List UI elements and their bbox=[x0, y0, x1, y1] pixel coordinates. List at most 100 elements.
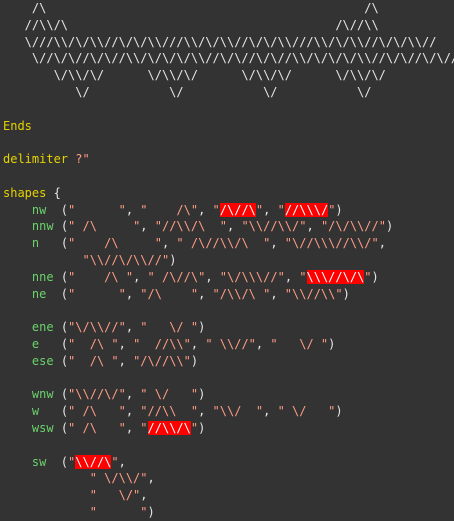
string-literal: " bbox=[277, 202, 285, 217]
punctuation: , bbox=[255, 337, 271, 351]
ascii-art-text: \/ \/ \/ \/ bbox=[3, 85, 372, 99]
shape-row: ne (" ", "/\ ", "/\\/\ ", "\\//\\") bbox=[3, 286, 350, 303]
string-literal: "//\\/\ " bbox=[154, 219, 227, 234]
shape-row: nw (" ", " /\", "/\//\", "//\\\/") bbox=[3, 202, 343, 219]
punctuation: , bbox=[378, 236, 386, 251]
string-literal: " //\\" bbox=[133, 337, 191, 351]
direction-name: ene bbox=[31, 320, 54, 335]
ascii-art-text: \//\/\//\/\//\\/\/\/\/\\//\/\//\/\//\\/\… bbox=[3, 51, 454, 66]
shape-row: wsw (" /\ ", "//\\/\") bbox=[3, 420, 205, 437]
shape-row: n (" /\ ", " /\//\\/\ ", "\//\\\//\\/", bbox=[3, 235, 386, 252]
string-literal: " bbox=[364, 269, 372, 284]
punctuation: ( bbox=[46, 202, 69, 217]
punctuation: ) bbox=[335, 404, 343, 419]
punctuation: , bbox=[306, 219, 321, 234]
shape-row: nnw (" /\ ", "//\\/\ ", "\\//\\/", "/\/\… bbox=[3, 218, 393, 235]
punctuation: , bbox=[125, 387, 141, 402]
punctuation: ) bbox=[198, 387, 206, 402]
punctuation: ( bbox=[53, 269, 69, 284]
string-literal: "\\//\\" bbox=[284, 286, 343, 301]
string-literal: " /\ " bbox=[68, 236, 162, 251]
punctuation: , bbox=[270, 286, 285, 301]
string-literal: "\\/ " bbox=[212, 404, 264, 419]
punctuation: ( bbox=[53, 320, 69, 335]
punctuation: , bbox=[118, 454, 126, 469]
punctuation: , bbox=[118, 353, 134, 368]
string-literal: " \/ " bbox=[277, 404, 336, 419]
shape-row: "\\//\/\\//") bbox=[3, 252, 176, 269]
ascii-art-text: //\\/\ /\//\\ bbox=[3, 17, 379, 32]
ends-line: Ends bbox=[3, 118, 32, 135]
shape-row: wnw ("\\//\/", " \/ ") bbox=[3, 386, 205, 403]
string-literal: "/\ " bbox=[140, 286, 199, 301]
punctuation: ) bbox=[190, 353, 199, 368]
punctuation: ) bbox=[335, 202, 343, 217]
punctuation: ) bbox=[342, 286, 350, 301]
direction-name: nne bbox=[31, 269, 54, 284]
highlighted-string: //\\\/ bbox=[284, 202, 329, 217]
delimiter-keyword: delimiter bbox=[3, 152, 69, 167]
highlighted-string: /\//\ bbox=[219, 202, 256, 217]
string-literal: "/\\/\ " bbox=[212, 286, 271, 301]
punctuation: , bbox=[190, 337, 206, 351]
string-literal: " /\" bbox=[140, 202, 199, 217]
punctuation: , bbox=[198, 202, 213, 217]
string-literal: " bbox=[140, 421, 148, 435]
punctuation bbox=[32, 253, 83, 267]
punctuation bbox=[32, 505, 90, 519]
shape-row: e (" /\ ", " //\\", " \\//", " \/ ") bbox=[3, 336, 335, 353]
punctuation: ( bbox=[53, 219, 69, 234]
code-editor[interactable]: /\ /\ //\\/\ /\//\\ \///\\/\/\\//\/\/\\/… bbox=[0, 0, 454, 519]
string-literal: " /\ " bbox=[68, 353, 119, 368]
punctuation: ( bbox=[46, 454, 69, 469]
art-line: //\\/\ /\//\\ bbox=[3, 17, 379, 34]
string-literal: " " bbox=[89, 505, 148, 519]
string-literal: " \/ " bbox=[140, 320, 199, 335]
shape-row: sw ("\\//\", bbox=[3, 454, 126, 471]
punctuation: ( bbox=[53, 387, 69, 402]
string-literal: " \\//" bbox=[205, 337, 256, 351]
direction-name: wsw bbox=[31, 421, 54, 435]
punctuation: , bbox=[198, 286, 213, 301]
direction-name: sw bbox=[31, 454, 47, 469]
punctuation: , bbox=[133, 269, 148, 284]
art-line: \//\/\//\/\//\\/\/\/\/\\//\/\//\/\//\\/\… bbox=[3, 50, 454, 67]
direction-name: nw bbox=[31, 202, 47, 217]
punctuation: ) bbox=[385, 219, 394, 234]
punctuation: ) bbox=[198, 320, 206, 335]
highlighted-string: \\\//\/\ bbox=[306, 269, 365, 284]
string-literal: "/\/\\//" bbox=[320, 219, 386, 234]
punctuation: ( bbox=[53, 421, 69, 435]
punctuation: ) bbox=[198, 421, 206, 435]
shape-row: ene ("\/\\//", " \/ ") bbox=[3, 319, 205, 336]
art-line: \/\\/\/ \/\\/\/ \/\\/\/ \/\\/\/ bbox=[3, 67, 386, 84]
string-literal: "\\//\\/" bbox=[241, 219, 307, 234]
art-line: \/ \/ \/ \/ bbox=[3, 84, 371, 101]
shape-row: " \/\\/", bbox=[3, 470, 155, 487]
shapes-keyword: shapes bbox=[3, 185, 47, 200]
punctuation: , bbox=[125, 421, 141, 435]
punctuation: ( bbox=[39, 337, 69, 351]
string-literal: "\/\\//" bbox=[68, 320, 126, 335]
punctuation: , bbox=[270, 236, 285, 251]
string-literal: " \/\\/" bbox=[89, 471, 148, 486]
punctuation bbox=[32, 488, 90, 502]
string-literal: " /\ " bbox=[68, 404, 126, 419]
punctuation: ) bbox=[169, 253, 177, 267]
punctuation: , bbox=[263, 202, 278, 217]
string-literal: " \/ " bbox=[270, 337, 329, 351]
shapes-line: shapes { bbox=[3, 185, 61, 202]
string-literal: " " bbox=[68, 202, 126, 217]
direction-name: ese bbox=[31, 353, 54, 368]
ascii-art-text: \///\\/\/\\//\/\/\\///\\/\/\\//\/\/\\///… bbox=[3, 34, 437, 49]
punctuation: ( bbox=[39, 404, 69, 419]
string-literal: " bbox=[212, 202, 220, 217]
